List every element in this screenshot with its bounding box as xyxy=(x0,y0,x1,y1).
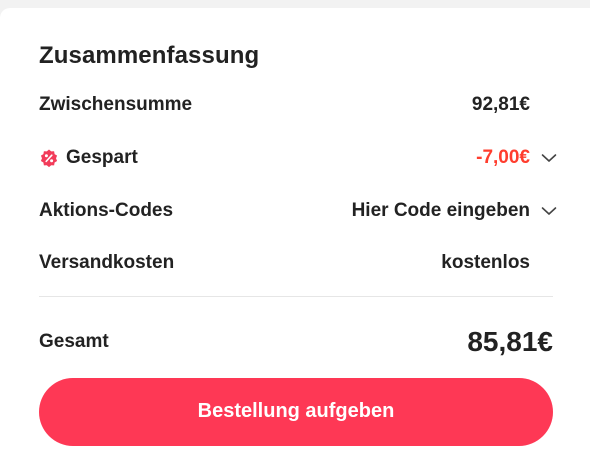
order-summary-card: Zusammenfassung Zwischensumme 92,81€ Ges… xyxy=(0,8,590,468)
shipping-value: kostenlos xyxy=(441,252,530,273)
total-value: 85,81€ xyxy=(467,326,553,357)
total-row: Gesamt 85,81€ xyxy=(39,322,553,362)
chevron-down-icon[interactable] xyxy=(539,148,559,168)
saved-label: Gespart xyxy=(66,147,138,168)
promo-code-row[interactable]: Aktions-Codes Hier Code eingeben xyxy=(39,196,559,226)
subtotal-value: 92,81€ xyxy=(471,94,530,115)
saved-row[interactable]: Gespart -7,00€ xyxy=(39,143,559,173)
subtotal-row: Zwischensumme 92,81€ xyxy=(39,90,559,120)
shipping-label: Versandkosten xyxy=(39,252,175,273)
summary-divider xyxy=(39,296,553,297)
promo-code-input-prompt[interactable]: Hier Code eingeben xyxy=(352,200,530,222)
discount-badge-icon xyxy=(39,148,59,168)
promo-code-label: Aktions-Codes xyxy=(39,200,174,221)
chevron-down-icon[interactable] xyxy=(539,201,559,221)
summary-title: Zusammenfassung xyxy=(39,42,260,69)
saved-value: -7,00€ xyxy=(476,147,530,168)
total-label: Gesamt xyxy=(39,331,109,352)
shipping-row: Versandkosten kostenlos xyxy=(39,248,559,278)
subtotal-label: Zwischensumme xyxy=(39,94,193,115)
place-order-button[interactable]: Bestellung aufgeben xyxy=(39,378,553,446)
